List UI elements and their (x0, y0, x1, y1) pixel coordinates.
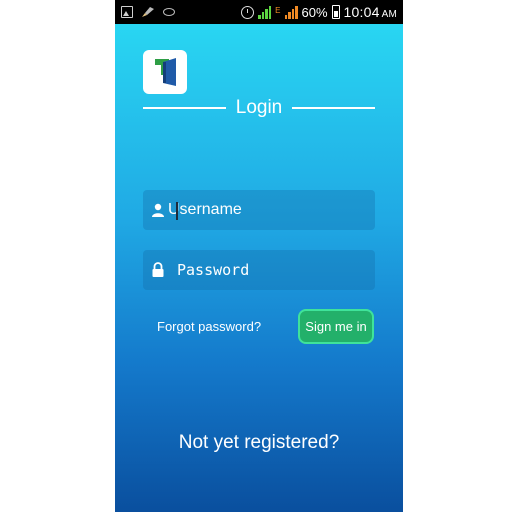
page-title: Login (235, 97, 283, 118)
password-field[interactable] (143, 250, 375, 290)
text-cursor (176, 202, 178, 220)
divider (292, 107, 375, 109)
app-logo (143, 50, 187, 94)
phone-screen: E 60% 10:04 AM Login Username Forgot pas… (115, 0, 403, 512)
user-icon (149, 190, 164, 230)
sign-in-button[interactable]: Sign me in (298, 309, 374, 344)
forgot-password-link[interactable]: Forgot password? (157, 319, 261, 334)
battery-icon (331, 5, 340, 19)
signal-icon (284, 5, 298, 19)
register-link[interactable]: Not yet registered? (115, 432, 403, 454)
eye-icon (163, 8, 175, 16)
lock-icon (149, 250, 173, 290)
username-input[interactable] (164, 190, 375, 230)
username-field[interactable] (143, 190, 375, 230)
password-input[interactable] (173, 250, 375, 290)
network-type: E (275, 6, 281, 15)
divider (143, 107, 226, 109)
clock: 10:04 AM (343, 4, 397, 20)
login-header: Login (143, 96, 375, 120)
image-icon (121, 6, 133, 18)
status-bar: E 60% 10:04 AM (115, 0, 403, 24)
login-screen: Login Forgot password? Sign me (115, 24, 403, 512)
brush-icon (141, 6, 155, 18)
battery-percent: 60% (301, 4, 328, 20)
alarm-icon (241, 5, 255, 19)
signal-icon (258, 5, 272, 19)
